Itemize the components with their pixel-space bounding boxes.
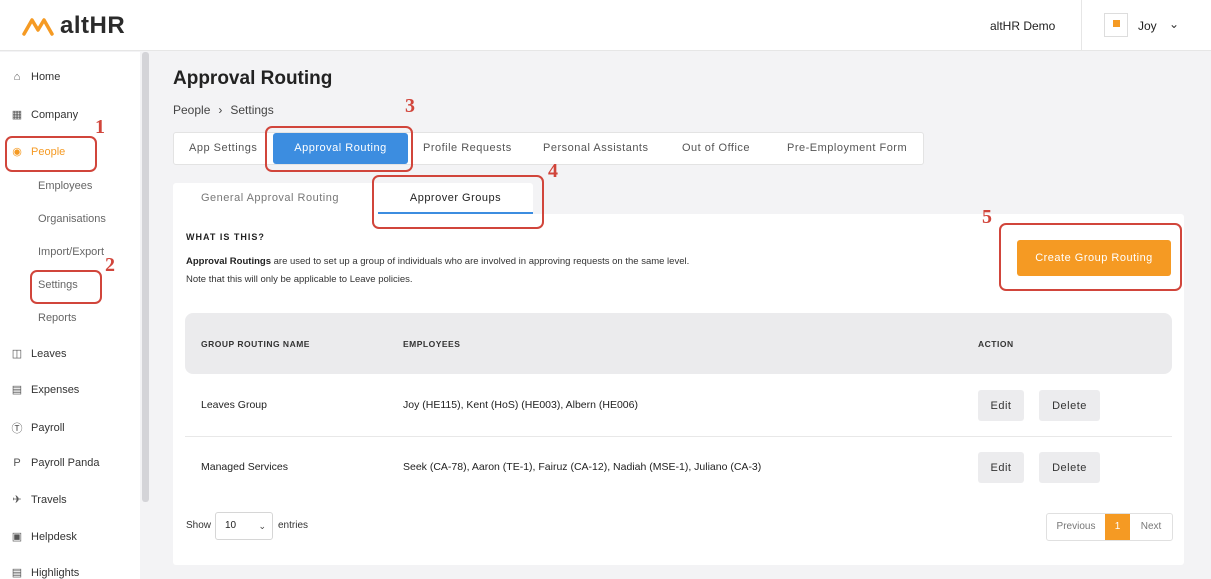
annotation-box-4 — [372, 175, 544, 229]
sidebar-item-label: Highlights — [31, 566, 80, 579]
info-description-bold: Approval Routings — [186, 256, 271, 267]
plane-icon: ✈ — [12, 494, 22, 506]
row-2-name: Managed Services — [201, 461, 288, 473]
sidebar-item-label: Leaves — [31, 347, 67, 360]
chevron-down-icon[interactable]: ⌄ — [1169, 17, 1179, 31]
p-icon: P — [13, 457, 21, 469]
logo[interactable]: altHR — [22, 12, 125, 40]
annotation-number-4: 4 — [548, 160, 558, 182]
row-2-delete-button[interactable]: Delete — [1039, 452, 1100, 483]
pagination-previous[interactable]: Previous — [1047, 514, 1105, 540]
receipt-icon: ▤ — [11, 384, 23, 396]
pagination-next[interactable]: Next — [1130, 514, 1172, 540]
tab-pre-employment-form[interactable]: Pre-Employment Form — [787, 133, 907, 164]
sidebar-item-highlights[interactable]: ▤ Highlights — [11, 566, 80, 579]
annotation-box-3 — [265, 126, 413, 172]
row-1-delete-button[interactable]: Delete — [1039, 390, 1100, 421]
annotation-number-3: 3 — [405, 95, 415, 117]
column-header-employees: EMPLOYEES — [403, 339, 461, 349]
sidebar-item-payroll[interactable]: Ⓣ Payroll — [11, 420, 65, 436]
sidebar-scrollbar[interactable] — [142, 52, 149, 502]
row-divider — [185, 436, 1172, 437]
row-2-employees: Seek (CA-78), Aaron (TE-1), Fairuz (CA-1… — [403, 461, 762, 473]
logo-icon — [22, 18, 54, 36]
row-1-employees: Joy (HE115), Kent (HoS) (HE003), Albern … — [403, 399, 638, 411]
annotation-box-2 — [30, 270, 102, 304]
sidebar-sub-reports[interactable]: Reports — [38, 312, 77, 324]
sidebar-item-label: Payroll — [31, 422, 65, 434]
sidebar-item-leaves[interactable]: ◫ Leaves — [11, 347, 67, 361]
logo-text: altHR — [60, 12, 126, 39]
divider — [1081, 0, 1082, 51]
page-title: Approval Routing — [173, 68, 333, 89]
highlights-icon: ▤ — [11, 567, 23, 579]
row-2-edit-button[interactable]: Edit — [978, 452, 1024, 483]
entries-select[interactable]: 10 ⌄ — [215, 512, 273, 540]
home-icon: ⌂ — [13, 71, 21, 83]
info-note: Note that this will only be applicable t… — [186, 274, 413, 285]
breadcrumb: People › Settings — [173, 103, 274, 117]
sidebar-sub-import-export[interactable]: Import/Export — [38, 246, 104, 258]
tab-profile-requests[interactable]: Profile Requests — [423, 133, 512, 164]
row-1-name: Leaves Group — [201, 399, 267, 411]
sidebar-item-helpdesk[interactable]: ▣ Helpdesk — [11, 530, 77, 544]
dollar-icon: Ⓣ — [11, 423, 23, 435]
breadcrumb-settings[interactable]: Settings — [230, 103, 273, 117]
subtab-general-approval-routing[interactable]: General Approval Routing — [201, 183, 339, 214]
table-header — [185, 313, 1172, 374]
sidebar-item-company[interactable]: ▦ Company — [11, 108, 79, 122]
sidebar-sub-organisations[interactable]: Organisations — [38, 213, 106, 225]
annotation-number-1: 1 — [95, 116, 105, 138]
info-description: Approval Routings are used to set up a g… — [186, 256, 689, 267]
annotation-number-5: 5 — [982, 206, 992, 228]
pagination-page-1[interactable]: 1 — [1105, 514, 1130, 540]
sidebar-item-expenses[interactable]: ▤ Expenses — [11, 383, 80, 397]
ticket-icon: ▣ — [11, 531, 23, 543]
top-bar: altHR altHR Demo Joy ⌄ — [0, 0, 1211, 51]
company-name[interactable]: altHR Demo — [990, 19, 1055, 33]
tab-out-of-office[interactable]: Out of Office — [682, 133, 750, 164]
sidebar-item-label: Company — [31, 108, 79, 121]
info-description-rest: are used to set up a group of individual… — [270, 256, 690, 267]
column-header-name: GROUP ROUTING NAME — [201, 339, 310, 349]
pagination: Previous 1 Next — [1046, 513, 1173, 541]
sidebar-sub-employees[interactable]: Employees — [38, 180, 92, 192]
annotation-box-5 — [999, 223, 1182, 291]
breadcrumb-people[interactable]: People — [173, 103, 210, 117]
info-title: WHAT IS THIS? — [186, 232, 265, 242]
sidebar-item-label: Travels — [31, 493, 67, 506]
annotation-number-2: 2 — [105, 254, 115, 276]
entries-value: 10 — [225, 520, 237, 531]
row-1-edit-button[interactable]: Edit — [978, 390, 1024, 421]
sidebar-item-label: Home — [31, 71, 61, 83]
sidebar-item-label: Payroll Panda — [31, 457, 100, 469]
show-label: Show — [186, 520, 212, 531]
sidebar-item-label: Helpdesk — [31, 530, 77, 543]
sidebar-item-travels[interactable]: ✈ Travels — [11, 493, 67, 507]
sidebar-item-home[interactable]: ⌂ Home — [11, 71, 61, 83]
column-header-action: ACTION — [978, 339, 1014, 349]
sidebar-item-label: Expenses — [31, 383, 80, 396]
sidebar-item-payroll-panda[interactable]: P Payroll Panda — [11, 457, 100, 469]
breadcrumb-separator-icon: › — [218, 103, 223, 117]
tab-personal-assistants[interactable]: Personal Assistants — [543, 133, 649, 164]
calendar-icon: ◫ — [11, 348, 23, 360]
chevron-down-icon: ⌄ — [258, 521, 266, 531]
tab-app-settings[interactable]: App Settings — [189, 133, 257, 164]
annotation-box-1 — [5, 136, 97, 172]
building-icon: ▦ — [11, 109, 23, 121]
user-name[interactable]: Joy — [1138, 19, 1157, 33]
entries-label: entries — [278, 520, 309, 531]
avatar[interactable] — [1104, 13, 1128, 37]
